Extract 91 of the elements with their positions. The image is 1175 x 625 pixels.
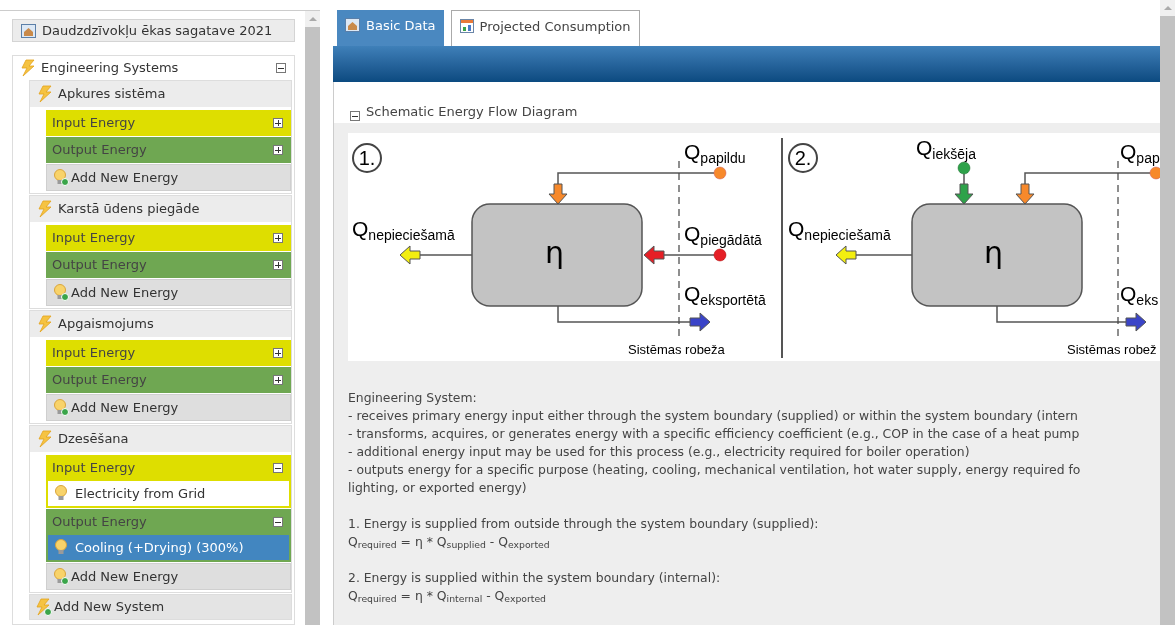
panel-number: 1.: [352, 143, 382, 173]
project-button[interactable]: Daudzdzīvokļu ēkas sagatave 2021: [12, 19, 295, 42]
case-title: 1. Energy is supplied from outside through the system boundary (supplied):: [348, 515, 820, 533]
system-header[interactable]: Dzesēšana: [30, 426, 291, 452]
section-label: Output Energy: [52, 513, 147, 532]
expand-icon[interactable]: [273, 233, 283, 243]
collapse-icon[interactable]: [273, 517, 283, 527]
description-line: lighting, or exported energy): [348, 479, 528, 497]
section-label: Input Energy: [52, 344, 136, 363]
bolt-icon: [19, 59, 37, 77]
bolt-icon: [36, 315, 54, 333]
tab[interactable]: Projected Consumption: [450, 10, 640, 46]
collapse-icon[interactable]: [276, 63, 286, 73]
add-system-button[interactable]: Add New System: [29, 594, 292, 620]
energy-section-header[interactable]: Input Energy: [46, 225, 291, 251]
bulb-plus-icon: [53, 399, 69, 416]
description-line: - receives primary energy input either through the system boundary (supplied) or within the system boundary (intern: [348, 407, 1079, 425]
expand-icon[interactable]: [273, 375, 283, 385]
formula: Q$_{required}$ = η * Q$_{supplied}$ - Q$_{exported}$: [348, 533, 551, 551]
item-label: Electricity from Grid: [75, 484, 206, 503]
system-header[interactable]: Karstā ūdens piegāde: [30, 196, 291, 222]
energy-section-header[interactable]: Output Energy: [46, 367, 291, 393]
energy-item[interactable]: Cooling (+Drying) (300%): [46, 535, 291, 562]
system-name: Dzesēšana: [58, 430, 129, 449]
section-label: Output Energy: [52, 256, 147, 275]
group-title[interactable]: Engineering Systems: [41, 58, 272, 78]
description-line: - outputs energy for a specific purpose (heating, cooling, mechanical ventilation, hot water supply, energy required fo: [348, 461, 1082, 479]
section-label: Input Energy: [52, 114, 136, 133]
case-title: 2. Energy is supplied within the system boundary (internal):: [348, 569, 722, 587]
bulb-icon: [54, 485, 70, 502]
energy-section-header[interactable]: Input Energy: [46, 455, 291, 481]
add-energy-button[interactable]: Add New Energy: [46, 563, 291, 590]
flow-label: Q$_{eks}$: [1120, 283, 1159, 304]
section-label: Input Energy: [52, 459, 136, 478]
add-energy-label: Add New Energy: [71, 567, 179, 586]
bolt-icon: [36, 200, 54, 218]
expand-icon[interactable]: [273, 145, 283, 155]
description-heading: Engineering System:: [348, 389, 478, 407]
formula: Q$_{required}$ = η * Q$_{internal}$ - Q$_{exported}$: [348, 587, 547, 605]
scrollbar[interactable]: [305, 11, 320, 625]
add-system-label: Add New System: [54, 598, 165, 617]
panel-number: 2.: [788, 143, 818, 173]
bulb-plus-icon: [53, 284, 69, 301]
energy-section-header[interactable]: Output Energy: [46, 252, 291, 278]
efficiency-symbol: η: [545, 238, 564, 268]
table-chart-icon: [459, 19, 474, 33]
flow-arrow: [954, 173, 974, 205]
description-line: - additional energy input may be used for this process (e.g., electricity required for boiler operation): [348, 443, 971, 461]
item-label: Cooling (+Drying) (300%): [75, 538, 244, 557]
section-label: Output Energy: [52, 371, 147, 390]
bulb-plus-icon: [53, 169, 69, 186]
house-icon: [345, 18, 360, 32]
add-energy-button[interactable]: Add New Energy: [46, 279, 291, 306]
add-energy-label: Add New Energy: [71, 168, 179, 187]
energy-section-header[interactable]: Input Energy: [46, 110, 291, 136]
add-energy-button[interactable]: Add New Energy: [46, 394, 291, 421]
scrollbar[interactable]: [1160, 0, 1175, 625]
collapse-icon[interactable]: [273, 463, 283, 473]
input-dot: [713, 248, 727, 262]
efficiency-symbol: η: [984, 238, 1003, 268]
bulb-icon: [54, 539, 70, 556]
input-dot: [957, 161, 971, 175]
collapse-icon[interactable]: [350, 111, 360, 121]
system-name: Apgaismojums: [58, 315, 154, 334]
bolt-icon: [36, 85, 54, 103]
input-dot: [713, 166, 727, 180]
description-line: - transforms, acquires, or generates energy with a specific efficiency coefficient (e.g., COP in the case of a heat pump: [348, 425, 1081, 443]
system-name: Apkures sistēma: [58, 85, 166, 104]
energy-section-header[interactable]: Output Energy: [46, 137, 291, 163]
add-energy-label: Add New Energy: [71, 283, 179, 302]
add-energy-label: Add New Energy: [71, 398, 179, 417]
boundary-label: Sistēmas robeža: [628, 343, 725, 356]
energy-item[interactable]: Electricity from Grid: [46, 481, 291, 508]
expand-icon[interactable]: [273, 348, 283, 358]
bulb-plus-icon: [53, 568, 69, 585]
system-header[interactable]: Apkures sistēma: [30, 81, 291, 107]
bolt-icon: [36, 430, 54, 448]
bolt-plus-icon: [34, 598, 52, 616]
energy-section-header[interactable]: Output Energy: [46, 509, 291, 535]
expand-icon[interactable]: [273, 118, 283, 128]
house-icon: [21, 23, 36, 38]
system-name: Karstā ūdens piegāde: [58, 200, 200, 219]
section-label: Output Energy: [52, 141, 147, 160]
section-label: Input Energy: [52, 229, 136, 248]
section-title[interactable]: Schematic Energy Flow Diagram: [366, 101, 578, 121]
tab[interactable]: Basic Data: [337, 10, 444, 46]
expand-icon[interactable]: [273, 260, 283, 270]
add-energy-button[interactable]: Add New Energy: [46, 164, 291, 191]
boundary-label: Sistēmas robež: [1067, 343, 1157, 356]
energy-section-header[interactable]: Input Energy: [46, 340, 291, 366]
system-header[interactable]: Apgaismojums: [30, 311, 291, 337]
